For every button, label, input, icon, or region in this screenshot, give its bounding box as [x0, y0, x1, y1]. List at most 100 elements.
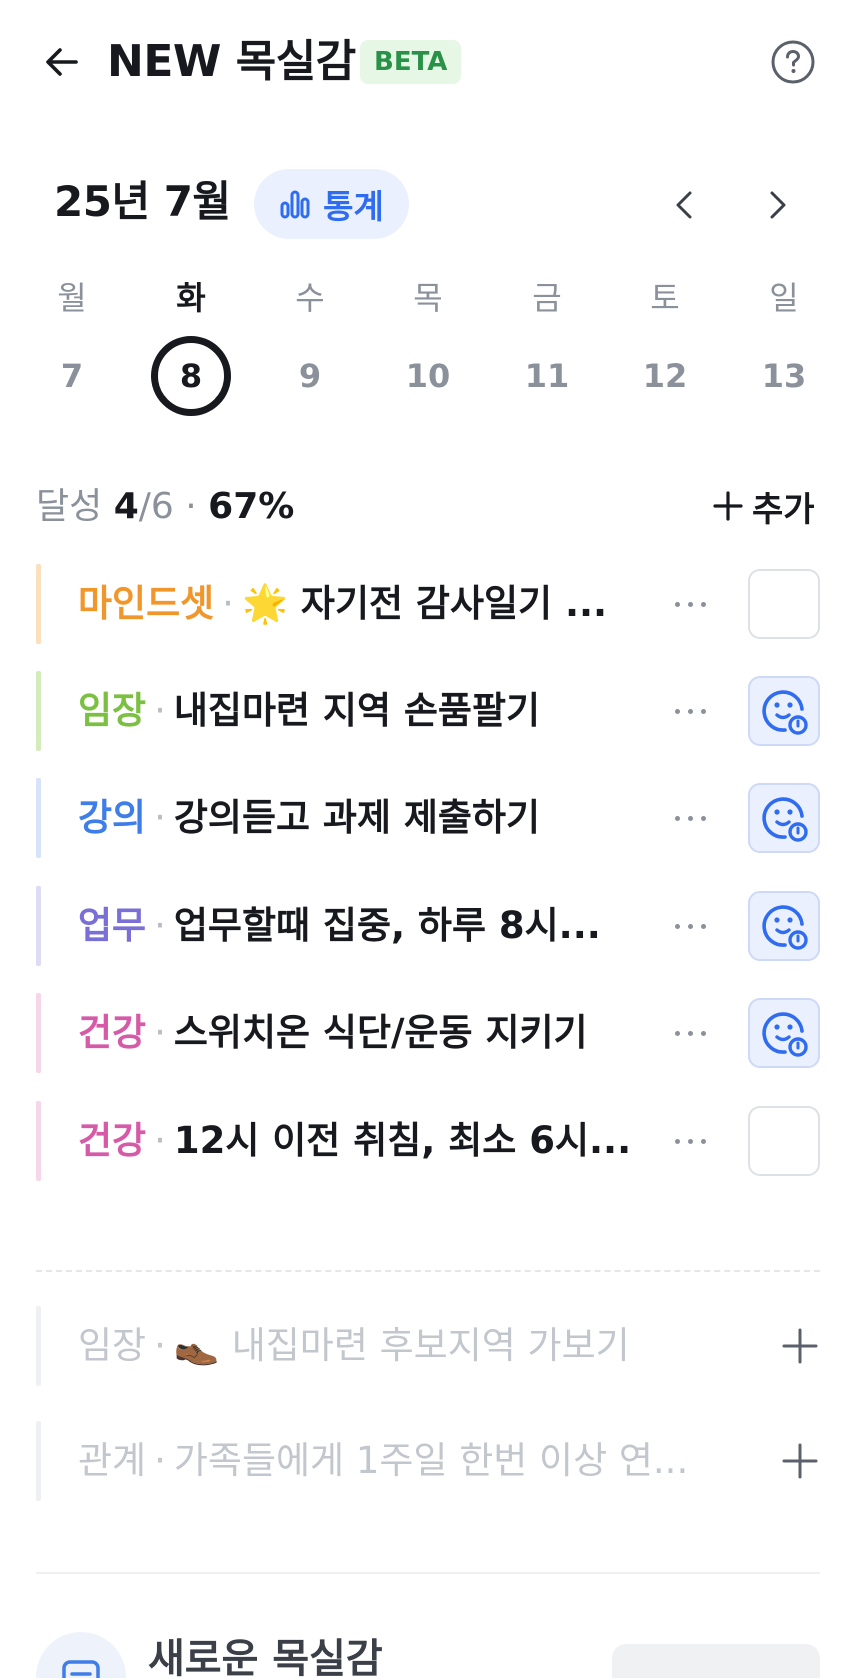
task-title: 스위치온 식단/운동 지키기: [173, 1011, 588, 1054]
pending-task-row: 관계 · 가족들에게 1주일 한번 이상 연...: [36, 1421, 820, 1501]
task-row[interactable]: 임장 · 내집마련 지역 손품팔기: [36, 671, 820, 751]
task-more-button[interactable]: [662, 904, 718, 948]
task-text: 건강 · 12시 이전 취침, 최소 6시...: [78, 1101, 648, 1181]
task-separator: ·: [154, 1011, 166, 1054]
chevron-right-icon: [770, 191, 786, 219]
day-number[interactable]: 10: [388, 336, 468, 416]
add-pending-button[interactable]: [778, 1324, 822, 1368]
task-category-bar: [36, 778, 41, 858]
smile-check-icon: [762, 905, 808, 950]
add-pending-button[interactable]: [778, 1439, 822, 1483]
bar-chart-icon: [280, 190, 310, 219]
pending-category: 관계: [78, 1439, 147, 1482]
stats-label: 통계: [323, 187, 384, 226]
task-title: 12시 이전 취침, 최소 6시...: [173, 1119, 632, 1162]
task-check-button[interactable]: [748, 891, 820, 961]
divider: [36, 1572, 820, 1574]
send-feedback-button[interactable]: 의견 보내기: [612, 1644, 820, 1678]
back-button[interactable]: [38, 38, 86, 86]
task-row[interactable]: 업무 · 업무할때 집중, 하루 8시...: [36, 886, 820, 966]
day-number[interactable]: 9: [270, 336, 350, 416]
task-check-button[interactable]: [748, 998, 820, 1068]
help-button[interactable]: [770, 39, 816, 85]
summary-sep: ·: [185, 486, 197, 527]
task-more-button[interactable]: [662, 796, 718, 840]
task-row[interactable]: 건강 · 스위치온 식단/운동 지키기: [36, 993, 820, 1073]
summary-done: 4: [113, 486, 139, 527]
day-name: 금: [532, 279, 562, 317]
task-check-button[interactable]: [748, 676, 820, 746]
pending-bar: [36, 1306, 41, 1386]
task-title: 내집마련 지역 손품팔기: [173, 689, 541, 732]
day-number[interactable]: 7: [32, 336, 112, 416]
task-text: 업무 · 업무할때 집중, 하루 8시...: [78, 886, 648, 966]
task-category: 업무: [78, 904, 147, 947]
plus-icon: [782, 1328, 818, 1364]
day-name: 수: [295, 279, 325, 317]
chevron-left-icon: [676, 191, 692, 219]
month-label: 25년 7월: [54, 177, 231, 226]
day-number-selected[interactable]: 8: [151, 336, 231, 416]
day-number[interactable]: 13: [744, 336, 824, 416]
task-more-button[interactable]: [662, 689, 718, 733]
task-more-button[interactable]: [662, 1011, 718, 1055]
dashed-divider: [36, 1270, 820, 1272]
summary-label: 달성: [36, 486, 103, 527]
plus-icon: [713, 491, 743, 521]
pending-task-row: 임장 · 👞 내집마련 후보지역 가보기: [36, 1306, 820, 1386]
smile-check-icon: [762, 1012, 808, 1057]
task-row[interactable]: 마인드셋 · 🌟 자기전 감사일기 ...: [36, 564, 820, 644]
task-separator: ·: [154, 904, 166, 947]
smile-check-icon: [762, 797, 808, 842]
task-check-button[interactable]: [748, 783, 820, 853]
task-text: 건강 · 스위치온 식단/운동 지키기: [78, 993, 648, 1073]
summary-total: 6: [150, 486, 174, 527]
task-more-button[interactable]: [662, 582, 718, 626]
pending-category: 임장: [78, 1324, 147, 1367]
pending-text: 임장 · 👞 내집마련 후보지역 가보기: [78, 1306, 718, 1386]
summary-percent: 67%: [208, 486, 295, 527]
app-header: NEW 목실감 BETA: [0, 0, 855, 124]
next-week-button[interactable]: [754, 182, 800, 228]
task-category-bar: [36, 886, 41, 966]
pending-separator: ·: [154, 1324, 166, 1367]
day-name-selected: 화: [176, 279, 206, 317]
task-row[interactable]: 강의 · 강의듣고 과제 제출하기: [36, 778, 820, 858]
day-number[interactable]: 11: [507, 336, 587, 416]
task-category: 마인드셋: [78, 582, 215, 625]
add-task-button[interactable]: 추가: [712, 480, 815, 532]
stats-button[interactable]: 통계: [254, 169, 409, 239]
task-row[interactable]: 건강 · 12시 이전 취침, 최소 6시...: [36, 1101, 820, 1181]
task-more-button[interactable]: [662, 1119, 718, 1163]
pending-bar: [36, 1421, 41, 1501]
task-category: 건강: [78, 1011, 147, 1054]
task-separator: ·: [154, 796, 166, 839]
day-name: 일: [769, 279, 799, 317]
pending-title: 내집마련 후보지역 가보기: [231, 1324, 630, 1367]
prev-week-button[interactable]: [662, 182, 708, 228]
day-name: 월: [57, 279, 87, 317]
day-name: 목: [413, 279, 443, 317]
summary-slash: /: [138, 486, 151, 527]
task-category: 강의: [78, 796, 147, 839]
pending-separator: ·: [154, 1439, 166, 1482]
task-category-bar: [36, 993, 41, 1073]
achievement-summary: 달성 4/6 · 67%: [36, 482, 294, 532]
task-text: 마인드셋 · 🌟 자기전 감사일기 ...: [78, 564, 648, 644]
help-icon: [771, 40, 815, 84]
task-separator: ·: [222, 582, 234, 625]
task-title: 자기전 감사일기 ...: [300, 582, 608, 625]
task-check-button[interactable]: [748, 1106, 820, 1176]
smile-check-icon: [762, 690, 808, 735]
arrow-left-icon: [46, 48, 78, 76]
pending-emoji: 👞: [173, 1324, 220, 1367]
new-checklist-icon: [36, 1632, 126, 1678]
task-title: 업무할때 집중, 하루 8시...: [173, 904, 601, 947]
task-check-button[interactable]: [748, 569, 820, 639]
task-category: 임장: [78, 689, 147, 732]
note-icon: [62, 1660, 100, 1678]
plus-icon: [782, 1443, 818, 1479]
day-number[interactable]: 12: [625, 336, 705, 416]
task-category-bar: [36, 671, 41, 751]
day-name: 토: [650, 279, 680, 317]
